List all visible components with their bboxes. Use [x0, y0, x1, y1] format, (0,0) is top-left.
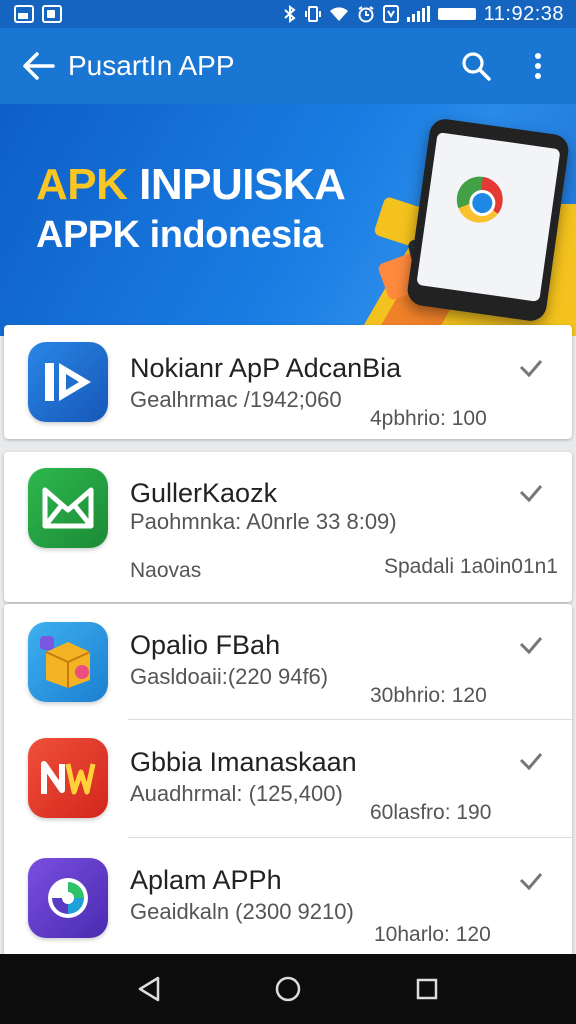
chevron-icon[interactable]	[518, 480, 544, 506]
app-name: Opalio FBah	[130, 630, 281, 660]
app-name: Nokianr ApP AdcanBia	[130, 353, 402, 383]
app-bar: PusartIn APP	[0, 28, 576, 104]
swirl-icon	[48, 878, 88, 918]
gallery-icon	[42, 5, 62, 23]
play-icon	[45, 363, 91, 401]
wifi-icon	[329, 7, 348, 21]
app-subtitle: Geaidkaln (2300 9210)	[130, 899, 354, 924]
app-subtitle: Auadhrmal: (125,400)	[130, 781, 343, 806]
more-vert-icon	[535, 53, 541, 79]
alarm-icon	[358, 6, 374, 23]
app-title: PusartIn APP	[68, 50, 235, 81]
app-icon	[28, 858, 108, 938]
nw-logo-icon	[41, 761, 96, 795]
data-icon	[382, 5, 399, 23]
app-icon	[28, 468, 108, 548]
status-right: 11:92:38	[283, 3, 564, 26]
chevron-icon[interactable]	[518, 868, 544, 894]
battery-icon	[437, 8, 476, 20]
app-subtitle: Gasldoaii:(220 94f6)	[130, 664, 329, 689]
app-meta-right: Spadali 1a0in01n1	[384, 555, 558, 578]
status-left	[14, 5, 62, 23]
banner-subheadline: APPK indonesia	[36, 214, 323, 256]
app-meta-right: 10harlo: 120	[374, 923, 491, 946]
search-icon	[462, 52, 491, 81]
list-item[interactable]: Aplam APPh Geaidkaln (2300 9210) 10harlo…	[4, 838, 572, 954]
chevron-icon[interactable]	[518, 748, 544, 774]
nav-back-button[interactable]	[127, 967, 171, 1011]
app-meta-right: 30bhrio: 120	[370, 684, 487, 707]
banner-phone-icon	[405, 117, 571, 323]
chevron-icon[interactable]	[518, 632, 544, 658]
app-list-card: Opalio FBah Gasldoaii:(220 94f6) 30bhrio…	[4, 604, 572, 954]
signal-icon	[406, 6, 430, 22]
app-icon	[28, 738, 108, 818]
app-meta-right: 60lasfro: 190	[370, 801, 492, 824]
nav-recents-button[interactable]	[405, 967, 449, 1011]
bluetooth-icon	[283, 5, 296, 23]
app-meta-right: 4pbhrio: 100	[370, 407, 487, 430]
system-nav-bar	[0, 954, 576, 1024]
app-card[interactable]: GullerKaozk Paohmnka: A0nrle 33 8:09) Na…	[4, 452, 572, 602]
list-item[interactable]: Gbbia Imanaskaan Auadhrmal: (125,400) 60…	[4, 720, 572, 838]
banner-headline: APK INPUISKA	[36, 160, 346, 210]
vibrate-icon	[304, 6, 321, 22]
chevron-icon[interactable]	[518, 355, 544, 381]
app-name: GullerKaozk	[130, 478, 278, 508]
back-button[interactable]	[16, 44, 60, 88]
app-meta-left: Naovas	[130, 559, 202, 582]
banner-headline-rest: INPUISKA	[139, 160, 346, 209]
status-bar: 11:92:38	[0, 0, 576, 28]
promo-banner[interactable]: APK INPUISKA APPK indonesia	[0, 104, 576, 336]
more-options-button[interactable]	[516, 44, 560, 88]
status-time: 11:92:38	[483, 2, 564, 25]
app-card[interactable]: Nokianr ApP AdcanBia Gealhrmac /1942;060…	[4, 325, 572, 439]
nav-home-button[interactable]	[266, 967, 310, 1011]
banner-headline-accent: APK	[36, 160, 128, 209]
nav-recents-icon	[416, 978, 437, 1000]
app-icon	[28, 342, 108, 422]
image-icon	[14, 5, 34, 23]
app-name: Aplam APPh	[130, 865, 282, 895]
kite-icon	[42, 487, 94, 529]
search-button[interactable]	[454, 44, 498, 88]
app-name: Gbbia Imanaskaan	[130, 747, 357, 777]
back-arrow-icon	[23, 52, 55, 80]
nav-back-icon	[139, 976, 160, 1002]
list-item[interactable]: Opalio FBah Gasldoaii:(220 94f6) 30bhrio…	[4, 604, 572, 720]
box-icon	[40, 636, 91, 688]
app-subtitle: Paohmnka: A0nrle 33 8:09)	[130, 509, 397, 534]
app-subtitle: Gealhrmac /1942;060	[130, 387, 342, 412]
app-icon	[28, 622, 108, 702]
nav-home-icon	[275, 976, 301, 1002]
